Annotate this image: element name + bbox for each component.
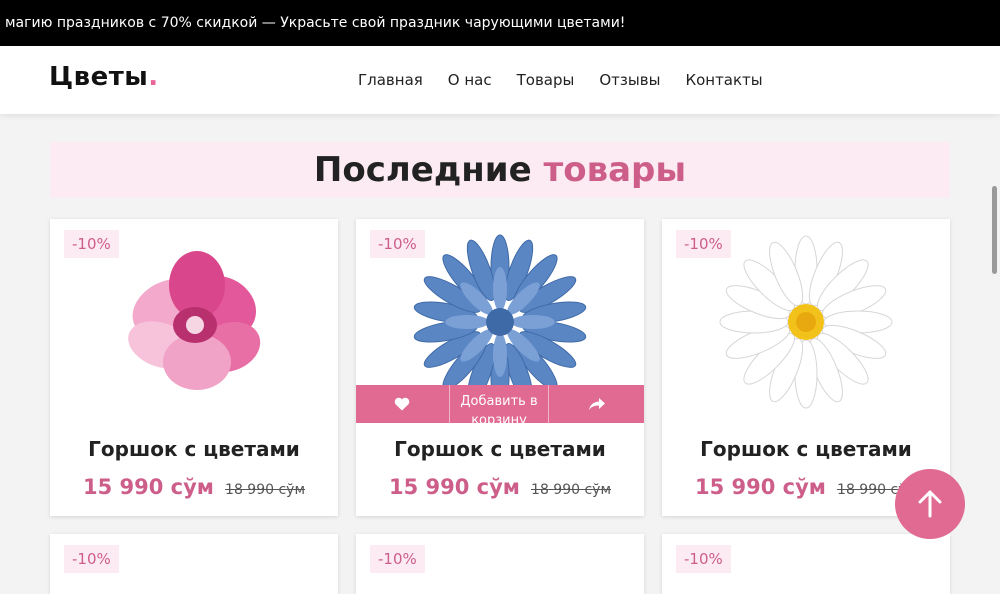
main-nav: Главная О нас Товары Отзывы Контакты: [358, 46, 788, 114]
product-card[interactable]: -10% Горшок с цветами 15 990 сўм 18 990 …: [50, 219, 338, 516]
product-card[interactable]: -10% Добавить в корзину Горшок с цветами…: [356, 219, 644, 516]
product-card[interactable]: -10%: [662, 534, 950, 594]
product-name[interactable]: Горшок с цветами: [50, 437, 338, 461]
product-name[interactable]: Горшок с цветами: [662, 437, 950, 461]
price-row: 15 990 сўм 18 990 сўм: [50, 475, 338, 499]
nav-contacts[interactable]: Контакты: [685, 71, 762, 89]
logo-dot: .: [148, 62, 159, 92]
add-to-cart-label: Добавить в корзину: [460, 394, 538, 423]
price-row: 15 990 сўм 18 990 сўм: [356, 475, 644, 499]
product-name[interactable]: Горшок с цветами: [356, 437, 644, 461]
share-button[interactable]: [549, 385, 644, 423]
logo[interactable]: Цветы.: [49, 62, 159, 92]
promo-text: магию праздников с 70% скидкой — Украсьт…: [5, 15, 626, 31]
promo-bar: магию праздников с 70% скидкой — Украсьт…: [0, 0, 1000, 46]
discount-badge: -10%: [676, 545, 731, 573]
nav-about[interactable]: О нас: [448, 71, 492, 89]
section-title-accent: товары: [543, 150, 687, 190]
like-button[interactable]: [356, 385, 450, 423]
heart-icon: [395, 397, 410, 411]
share-icon: [588, 398, 605, 410]
arrow-up-icon: [918, 490, 942, 518]
product-price: 15 990 сўм: [388, 475, 520, 499]
product-card[interactable]: -10%: [356, 534, 644, 594]
product-card[interactable]: -10% Горшок с цветами 15 990 сўм 18 990 …: [662, 219, 950, 516]
card-actions: Добавить в корзину: [356, 385, 644, 423]
nav-products[interactable]: Товары: [517, 71, 575, 89]
section-title-main: Последние: [313, 150, 532, 190]
product-old-price: 18 990 сўм: [225, 482, 306, 498]
product-price: 15 990 сўм: [82, 475, 214, 499]
product-old-price: 18 990 сўм: [531, 482, 612, 498]
discount-badge: -10%: [370, 545, 425, 573]
section-title: Последние товары: [50, 142, 950, 198]
scroll-top-button[interactable]: [895, 469, 965, 539]
product-price: 15 990 сўм: [694, 475, 826, 499]
discount-badge: -10%: [64, 230, 119, 258]
discount-badge: -10%: [370, 230, 425, 258]
page-scrollbar[interactable]: [992, 186, 997, 274]
nav-home[interactable]: Главная: [358, 71, 423, 89]
nav-reviews[interactable]: Отзывы: [599, 71, 660, 89]
discount-badge: -10%: [676, 230, 731, 258]
logo-text: Цветы: [49, 62, 149, 92]
site-header: Цветы. Главная О нас Товары Отзывы Конта…: [0, 46, 1000, 114]
product-card[interactable]: -10%: [50, 534, 338, 594]
discount-badge: -10%: [64, 545, 119, 573]
add-to-cart-button[interactable]: Добавить в корзину: [450, 385, 550, 423]
